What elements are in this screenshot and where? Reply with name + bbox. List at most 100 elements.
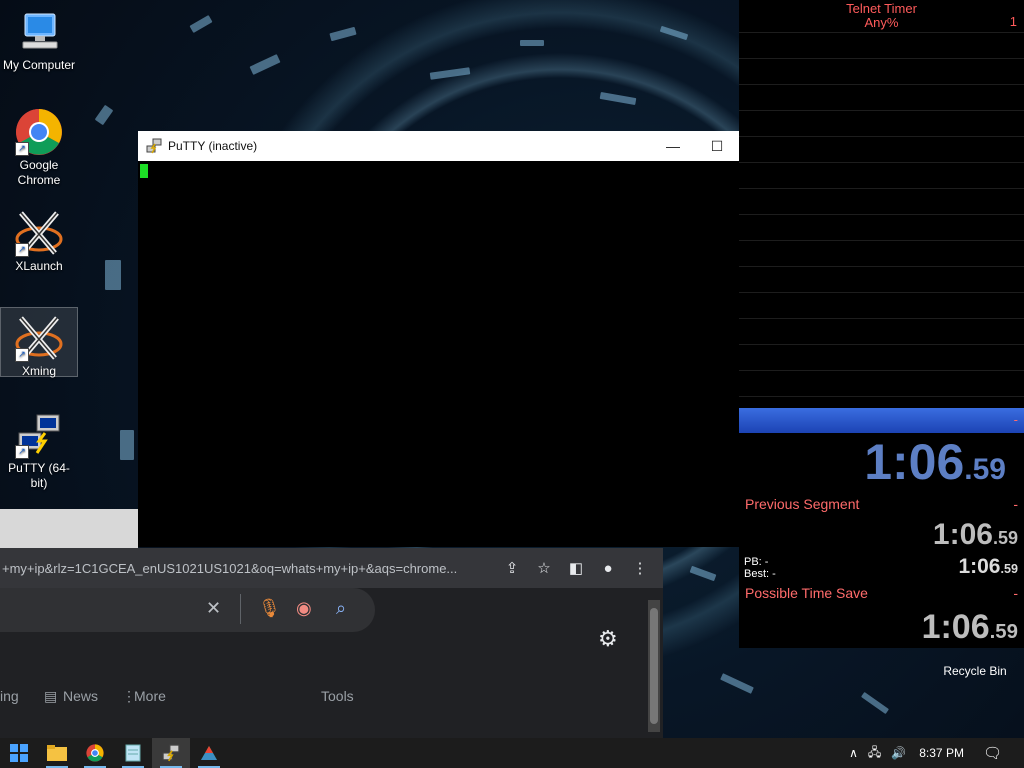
xlaunch-icon: ↗ [15, 209, 63, 257]
best-label: Best: [744, 568, 770, 580]
segment-timer-value: 1:06 [932, 518, 993, 551]
chrome-window[interactable]: +my+ip&rlz=1C1GCEA_enUS1021US1021&oq=wha… [0, 548, 663, 738]
speedrun-timer[interactable]: Telnet Timer Any% 1 - 1:06.59 Previous S… [739, 0, 1024, 648]
tab-images[interactable]: ing [0, 688, 19, 704]
search-input[interactable]: ✕ 🎙 ◉ ⌕ [0, 588, 375, 632]
taskbar-putty[interactable] [152, 738, 190, 768]
main-timer: 1:06.59 [864, 432, 1006, 500]
system-tray: ∧ 🖧 🔊 8:37 PM 🗨 [844, 738, 1024, 768]
profile-avatar-icon[interactable]: ● [592, 560, 624, 577]
shortcut-arrow-icon: ↗ [15, 445, 29, 459]
best-timer-value: 1:06 [958, 555, 1001, 578]
best-value: - [772, 568, 776, 580]
sum-timer-value: 1:06 [921, 608, 990, 646]
share-icon[interactable]: ⇪ [496, 559, 528, 577]
putty-icon: ↗ [15, 411, 63, 459]
segment-timer: 1:06.59 [933, 518, 1018, 552]
split-row [739, 110, 1024, 136]
pb-value: - [764, 556, 769, 568]
desktop-icon-label: Xming [21, 364, 56, 378]
chrome-icon: ↗ [15, 108, 63, 156]
split-row [739, 292, 1024, 318]
volume-icon[interactable]: 🔊 [891, 746, 906, 760]
tab-tools[interactable]: Tools [321, 688, 354, 704]
notification-icon[interactable]: 🗨 [983, 744, 1002, 762]
previous-segment-label: Previous Segment [745, 496, 860, 512]
split-row [739, 344, 1024, 370]
settings-gear-icon[interactable]: ⚙ [598, 626, 618, 652]
timer-title: Telnet Timer [846, 1, 917, 16]
taskbar-notepad[interactable] [114, 738, 152, 768]
desktop-icon-label: My Computer [2, 58, 76, 72]
desktop-icon-my-computer[interactable]: My Computer [1, 2, 77, 74]
split-row [739, 214, 1024, 240]
wallpaper-streak [105, 260, 121, 290]
scrollbar[interactable] [648, 600, 660, 732]
menu-dots-icon[interactable]: ⋮ [624, 559, 656, 577]
chevron-up-icon[interactable]: ∧ [849, 746, 858, 760]
desktop-icon-xming[interactable]: ↗ Xming [0, 307, 78, 378]
microphone-icon[interactable]: 🎙 [258, 598, 281, 619]
folder-icon [47, 745, 67, 761]
network-icon[interactable]: 🖧 [868, 743, 881, 764]
bookmark-star-icon[interactable]: ☆ [528, 559, 560, 577]
current-split-delta: - [1013, 412, 1018, 427]
main-timer-value: 1:06 [864, 434, 965, 490]
desktop-icon-google-chrome[interactable]: ↗ Google Chrome [1, 102, 77, 192]
putty-titlebar[interactable]: PuTTY (inactive) — ☐ [138, 131, 739, 161]
shortcut-arrow-icon: ↗ [15, 243, 29, 257]
triangle-app-icon [201, 746, 217, 760]
split-row [739, 32, 1024, 58]
clock[interactable]: 8:37 PM [919, 746, 964, 760]
computer-icon [15, 8, 63, 56]
pb-row: PB: - [744, 556, 768, 568]
desktop-icon-label: PuTTY (64-bit) [8, 461, 70, 490]
split-row [739, 318, 1024, 344]
scrollbar-thumb[interactable] [650, 608, 658, 724]
putty-window[interactable]: PuTTY (inactive) — ☐ [138, 131, 739, 547]
putty-icon [162, 744, 180, 762]
taskbar: ∧ 🖧 🔊 8:37 PM 🗨 [0, 738, 1024, 768]
desktop-icon-label: Google Chrome [17, 158, 61, 187]
putty-title: PuTTY (inactive) [168, 139, 258, 153]
address-bar[interactable]: +my+ip&rlz=1C1GCEA_enUS1021US1021&oq=wha… [0, 548, 663, 588]
desktop-icon-xlaunch[interactable]: ↗ XLaunch [1, 203, 77, 275]
pb-label: PB: [744, 556, 762, 568]
clear-icon[interactable]: ✕ [206, 598, 221, 619]
possible-time-save-label: Possible Time Save [745, 585, 868, 601]
segment-timer-fraction: .59 [992, 528, 1018, 548]
split-row [739, 162, 1024, 188]
shortcut-arrow-icon: ↗ [15, 142, 29, 156]
xming-icon: ↗ [15, 314, 63, 362]
shortcut-arrow-icon: ↗ [15, 348, 29, 362]
sum-timer: 1:06.59 [922, 608, 1018, 647]
lens-camera-icon[interactable]: ◉ [296, 598, 312, 619]
side-panel-icon[interactable]: ◧ [560, 559, 592, 577]
url-text[interactable]: +my+ip&rlz=1C1GCEA_enUS1021US1021&oq=wha… [0, 561, 490, 576]
split-row [739, 240, 1024, 266]
split-row [739, 84, 1024, 110]
minimize-button[interactable]: — [651, 131, 695, 161]
maximize-button[interactable]: ☐ [695, 131, 739, 161]
tab-more[interactable]: More [134, 688, 166, 704]
desktop-icon-recycle-bin[interactable]: Recycle Bin [940, 650, 1010, 678]
putty-icon [146, 138, 162, 154]
search-icon[interactable]: ⌕ [336, 598, 346, 619]
taskbar-app[interactable] [190, 738, 228, 768]
tab-news[interactable]: News [63, 688, 98, 704]
wallpaper-streak [120, 430, 134, 460]
attempt-count: 1 [1009, 14, 1017, 29]
split-row [739, 58, 1024, 84]
chrome-icon [86, 744, 104, 762]
notepad-icon [125, 744, 141, 762]
taskbar-chrome[interactable] [76, 738, 114, 768]
taskbar-file-explorer[interactable] [38, 738, 76, 768]
start-button[interactable] [0, 738, 38, 768]
split-row [739, 370, 1024, 396]
desktop-icon-putty[interactable]: ↗ PuTTY (64-bit) [1, 405, 77, 495]
split-row [739, 136, 1024, 162]
main-timer-fraction: .59 [964, 453, 1006, 486]
previous-segment-value: - [1013, 496, 1018, 512]
background-window-edge [0, 509, 138, 548]
best-row: Best: - [744, 568, 776, 580]
